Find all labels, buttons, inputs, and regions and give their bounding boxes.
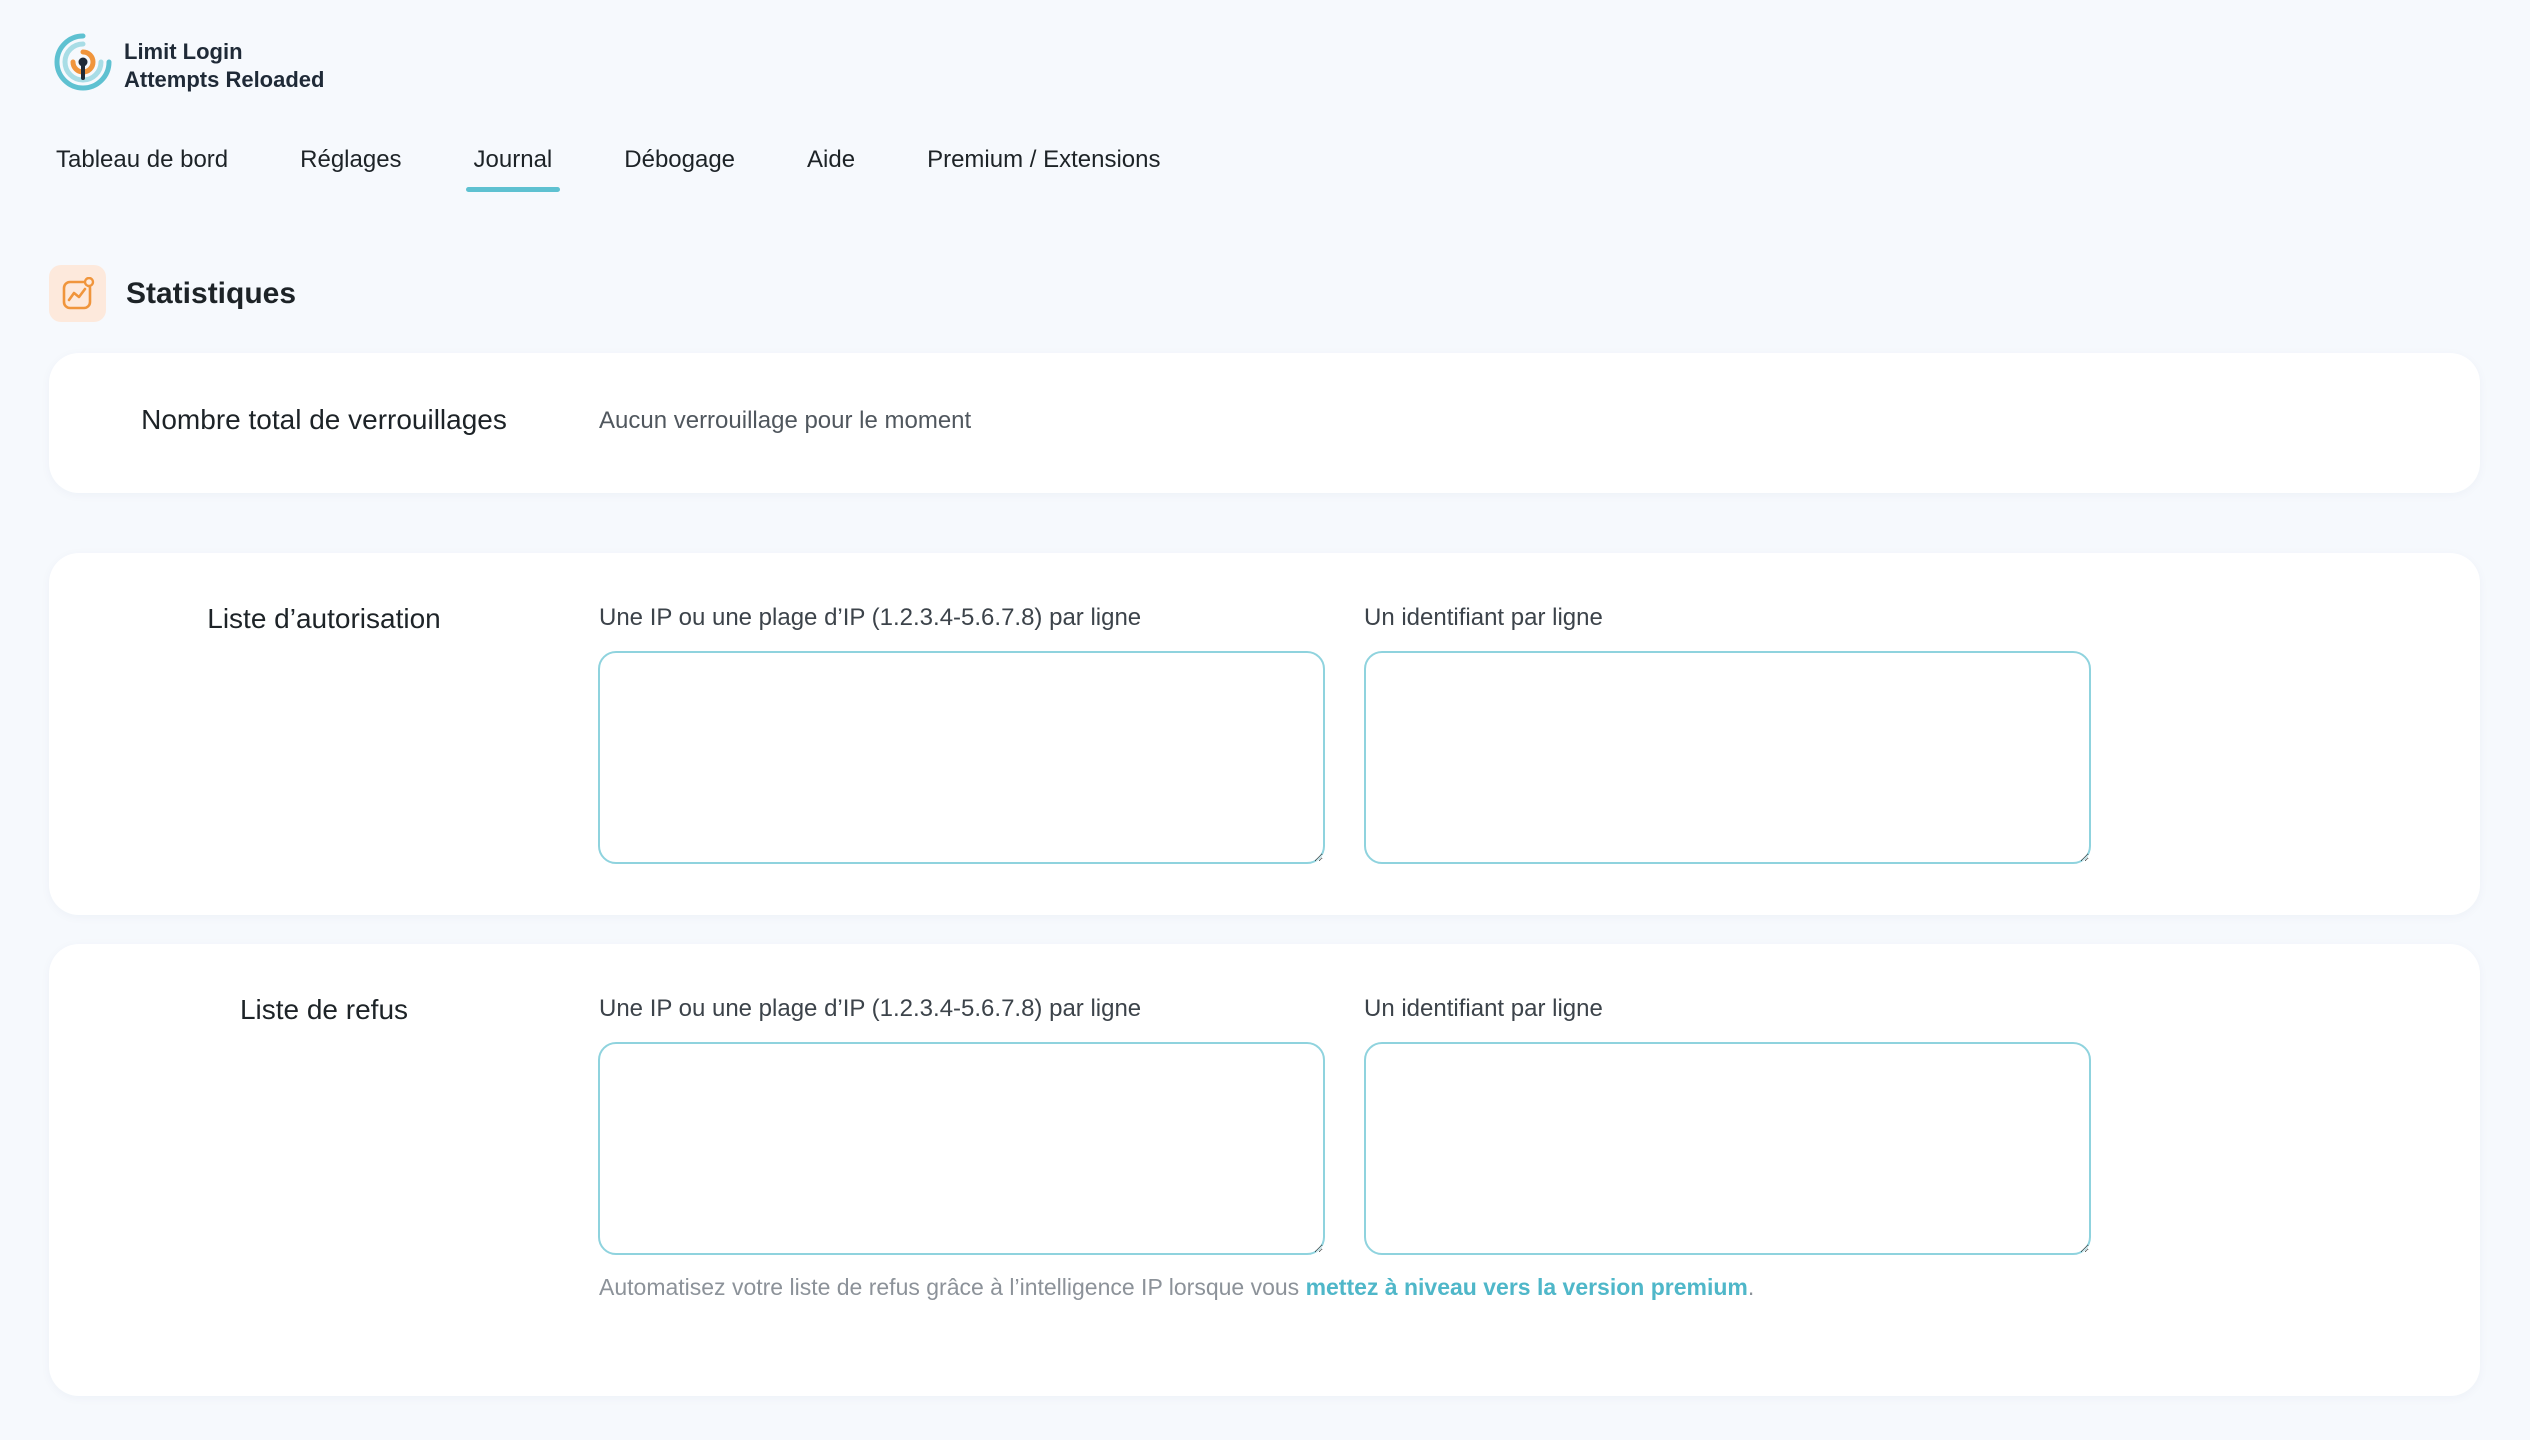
tab-debug[interactable]: Débogage (624, 140, 735, 192)
deny-ip-label: Une IP ou une plage d’IP (1.2.3.4-5.6.7.… (599, 995, 1142, 1022)
lock-target-logo-icon (54, 33, 112, 91)
tab-help[interactable]: Aide (807, 140, 855, 192)
main-tabs: Tableau de bord Réglages Journal Débogag… (56, 140, 1161, 192)
brand-logo[interactable]: Limit Login Attempts Reloaded (52, 28, 324, 104)
tab-premium[interactable]: Premium / Extensions (927, 140, 1160, 192)
tab-settings[interactable]: Réglages (300, 140, 401, 192)
allow-ip-label: Une IP ou une plage d’IP (1.2.3.4-5.6.7.… (599, 604, 1142, 631)
allow-list-label: Liste d’autorisation (207, 603, 441, 634)
total-lockouts-card: Nombre total de verrouillages Aucun verr… (49, 353, 2480, 493)
section-title: Statistiques (126, 276, 297, 310)
allow-list-card: Liste d’autorisation Une IP ou une plage… (49, 553, 2480, 915)
total-lockouts-label: Nombre total de verrouillages (141, 404, 507, 435)
allow-username-textarea[interactable] (1364, 651, 2091, 864)
deny-list-card: Liste de refus Une IP ou une plage d’IP … (49, 944, 2480, 1396)
deny-username-textarea[interactable] (1364, 1042, 2091, 1255)
section-header: Statistiques (49, 265, 296, 322)
allow-username-label: Un identifiant par ligne (1364, 604, 1603, 631)
upgrade-note-text: Automatisez votre liste de refus grâce à… (599, 1274, 1306, 1300)
upgrade-premium-link[interactable]: mettez à niveau vers la version premium (1306, 1274, 1748, 1300)
allow-ip-textarea[interactable] (598, 651, 1325, 864)
chart-icon (49, 265, 106, 322)
total-lockouts-value: Aucun verrouillage pour le moment (599, 407, 972, 434)
deny-username-label: Un identifiant par ligne (1364, 995, 1603, 1022)
deny-ip-textarea[interactable] (598, 1042, 1325, 1255)
brand-name-line1: Limit Login (124, 39, 243, 64)
brand-name: Limit Login Attempts Reloaded (124, 38, 324, 94)
brand-name-line2: Attempts Reloaded (124, 67, 325, 92)
tab-log[interactable]: Journal (465, 140, 560, 192)
deny-list-label: Liste de refus (239, 994, 409, 1025)
upgrade-note-end: . (1747, 1274, 1755, 1300)
upgrade-note: Automatisez votre liste de refus grâce à… (599, 1268, 1839, 1306)
tab-dashboard[interactable]: Tableau de bord (56, 140, 228, 192)
